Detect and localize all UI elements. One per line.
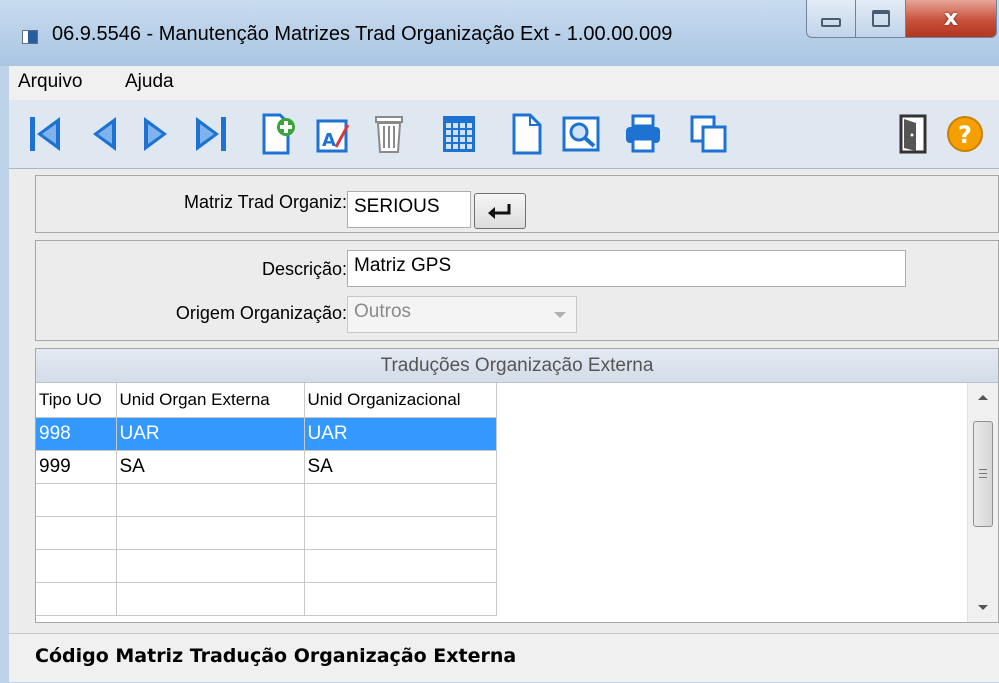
empty-cell[interactable] [304, 516, 497, 550]
empty-cell[interactable] [304, 549, 497, 583]
empty-cell[interactable] [36, 483, 117, 517]
cell-unid-organizacional[interactable]: UAR [304, 417, 497, 451]
app-icon[interactable] [22, 30, 38, 44]
minimize-button[interactable] [806, 0, 856, 38]
menu-arquivo[interactable]: Arquivo [18, 71, 82, 93]
help-icon: ? [947, 116, 983, 152]
origem-organizacao-value: Outros [354, 301, 412, 322]
copy-button[interactable] [689, 112, 729, 156]
grip-line [979, 477, 987, 478]
cell-unid-organ-externa[interactable]: SA [116, 450, 305, 484]
scroll-up-icon[interactable] [978, 395, 988, 400]
empty-cell[interactable] [116, 483, 305, 517]
toolbar: A ? [9, 100, 999, 169]
matriz-trad-organiz-field[interactable]: SERIOUS [347, 191, 471, 228]
table-row[interactable]: 998 UAR UAR [36, 417, 497, 451]
menu-ajuda[interactable]: Ajuda [125, 71, 174, 93]
table-row[interactable]: 999 SA SA [36, 450, 497, 484]
vertical-scrollbar[interactable] [967, 383, 998, 622]
detail-panel: Descrição: Matriz GPS Origem Organização… [35, 240, 999, 341]
descricao-field[interactable]: Matriz GPS [347, 250, 906, 287]
grid-title: Traduções Organização Externa [36, 349, 998, 383]
blank-document-button[interactable] [507, 112, 547, 156]
first-record-button[interactable] [25, 112, 65, 156]
matriz-trad-organiz-label: Matriz Trad Organiz: [183, 192, 347, 212]
blank-document-icon [512, 113, 542, 155]
maximize-button[interactable] [856, 0, 906, 38]
print-preview-button[interactable] [561, 112, 601, 156]
empty-table-row[interactable] [36, 483, 497, 517]
column-header-tipo-uo[interactable]: Tipo UO [36, 383, 117, 418]
last-record-button[interactable] [191, 112, 231, 156]
cell-unid-organizacional[interactable]: SA [304, 450, 497, 484]
grid-header-row: Tipo UO Unid Organ Externa Unid Organiza… [36, 383, 497, 418]
close-icon: x [943, 6, 959, 31]
print-button[interactable] [623, 112, 663, 156]
origem-organizacao-select[interactable]: Outros [347, 296, 577, 333]
descricao-label: Descrição: [261, 259, 347, 279]
scrollbar-thumb[interactable] [973, 421, 993, 527]
copy-icon [690, 115, 727, 153]
chevron-down-icon [554, 312, 566, 318]
empty-table-row[interactable] [36, 549, 497, 583]
add-record-button[interactable] [259, 112, 299, 156]
empty-cell[interactable] [36, 516, 117, 550]
key-panel: Matriz Trad Organiz: SERIOUS [35, 175, 999, 233]
origem-organizacao-label: Origem Organização: [175, 303, 347, 323]
caption-buttons: x [806, 0, 997, 42]
status-bar: Código Matriz Tradução Organização Exter… [9, 633, 999, 682]
minimize-icon [821, 18, 841, 27]
svg-text:?: ? [958, 121, 972, 149]
form-content: Matriz Trad Organiz: SERIOUS Descrição: … [9, 169, 999, 633]
empty-cell[interactable] [116, 582, 305, 616]
grip-line [979, 473, 987, 474]
empty-cell[interactable] [304, 582, 497, 616]
empty-cell[interactable] [116, 516, 305, 550]
empty-cell[interactable] [36, 582, 117, 616]
empty-cell[interactable] [304, 483, 497, 517]
edit-record-icon: A [316, 119, 350, 153]
exit-door-icon [899, 114, 927, 154]
empty-table-row[interactable] [36, 516, 497, 550]
traducoes-grid: Traduções Organização Externa Tipo UO Un… [35, 348, 999, 623]
empty-table-row[interactable] [36, 582, 497, 616]
calendar-grid-icon [443, 116, 475, 152]
enter-key-button[interactable] [474, 193, 526, 229]
calendar-grid-button[interactable] [439, 112, 479, 156]
empty-cell[interactable] [116, 549, 305, 583]
maximize-icon [871, 10, 890, 27]
application-window: 06.9.5546 - Manutenção Matrizes Trad Org… [0, 0, 999, 683]
cell-tipo-uo[interactable]: 998 [36, 417, 117, 451]
column-header-unid-organ-externa[interactable]: Unid Organ Externa [116, 383, 305, 418]
svg-text:A: A [322, 130, 336, 151]
previous-record-button[interactable] [85, 112, 125, 156]
exit-button[interactable] [893, 112, 933, 156]
grid-table: Tipo UO Unid Organ Externa Unid Organiza… [36, 383, 497, 616]
status-text: Código Matriz Tradução Organização Exter… [35, 645, 517, 667]
enter-return-icon [488, 204, 511, 219]
help-button[interactable]: ? [945, 112, 985, 156]
grip-line [979, 469, 987, 470]
delete-record-button[interactable] [369, 112, 409, 156]
add-record-icon [262, 113, 295, 155]
menu-bar: Arquivo Ajuda [9, 66, 999, 101]
cell-unid-organ-externa[interactable]: UAR [116, 417, 305, 451]
edit-record-button[interactable]: A [313, 112, 353, 156]
next-record-button[interactable] [135, 112, 175, 156]
close-button[interactable]: x [906, 0, 997, 38]
cell-tipo-uo[interactable]: 999 [36, 450, 117, 484]
printer-icon [626, 114, 660, 153]
column-header-unid-organizacional[interactable]: Unid Organizacional [304, 383, 497, 418]
previous-record-icon [93, 117, 116, 151]
title-bar[interactable]: 06.9.5546 - Manutenção Matrizes Trad Org… [0, 0, 999, 66]
first-record-icon [30, 117, 60, 151]
scroll-down-icon[interactable] [978, 605, 988, 610]
delete-record-icon [375, 116, 403, 153]
window-title: 06.9.5546 - Manutenção Matrizes Trad Org… [52, 23, 673, 45]
empty-cell[interactable] [36, 549, 117, 583]
next-record-icon [144, 117, 167, 151]
print-preview-icon [562, 116, 600, 152]
last-record-icon [196, 117, 226, 151]
